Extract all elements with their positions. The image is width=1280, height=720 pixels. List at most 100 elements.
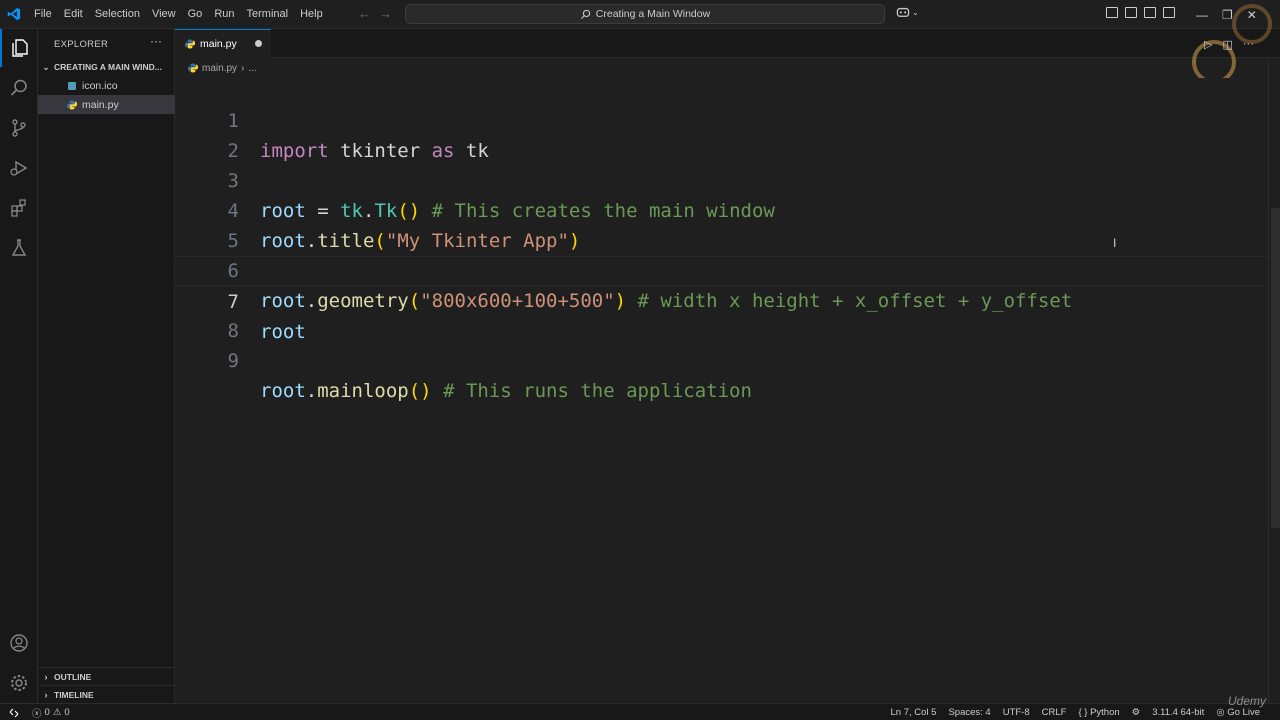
minimize-icon[interactable]: —	[1196, 8, 1208, 22]
folder-root[interactable]: ⌄ CREATING A MAIN WIND...	[38, 58, 175, 76]
line-number: 9	[227, 350, 239, 372]
error-icon: ⓧ	[32, 708, 42, 720]
breadcrumb: main.py › ...	[188, 58, 257, 78]
language-mode[interactable]: { } Python	[1078, 707, 1119, 718]
end-of-line[interactable]: CRLF	[1042, 707, 1067, 718]
editor-tabs: main.py	[175, 29, 1280, 58]
broadcast-icon: ◎	[1216, 707, 1225, 718]
ico-file-icon	[68, 81, 76, 90]
file-item-icon-ico[interactable]: icon.ico	[38, 76, 175, 95]
error-count: 0	[44, 707, 50, 718]
python-language-icon: { }	[1078, 707, 1088, 718]
line-code: root.mainloop() # This runs the applicat…	[260, 380, 752, 402]
file-item-main-py[interactable]: main.py	[38, 95, 175, 114]
menu-selection[interactable]: Selection	[89, 0, 146, 29]
editor-scrollbar[interactable]	[1268, 58, 1280, 703]
menu-go[interactable]: Go	[182, 0, 209, 29]
python-file-icon	[67, 100, 77, 109]
menu-help[interactable]: Help	[294, 0, 329, 29]
menu-terminal[interactable]: Terminal	[241, 0, 295, 29]
file-label: main.py	[82, 98, 119, 111]
more-actions-icon[interactable]: ···	[1243, 38, 1254, 51]
extensions-icon[interactable]	[0, 189, 38, 227]
customize-layout-icon[interactable]	[1106, 7, 1118, 18]
encoding[interactable]: UTF-8	[1003, 707, 1030, 718]
code-line: 4 root.title("My Tkinter App")	[175, 166, 1268, 252]
navigation-arrows: ← →	[358, 6, 392, 21]
testing-icon[interactable]	[0, 229, 38, 267]
menu-file[interactable]: File	[28, 0, 58, 29]
chevron-right-icon: ›	[44, 689, 48, 700]
menu-run[interactable]: Run	[208, 0, 240, 29]
explorer-title: EXPLORER	[54, 39, 109, 50]
manage-gear-icon[interactable]	[0, 664, 38, 702]
menu-bar: File Edit Selection View Go Run Terminal…	[28, 0, 329, 29]
toggle-primary-sidebar-icon[interactable]	[1125, 7, 1137, 18]
chevron-right-icon: ›	[241, 62, 245, 74]
python-file-icon	[188, 63, 198, 73]
cursor-position[interactable]: Ln 7, Col 5	[891, 707, 937, 718]
code-line-current: 7 root	[175, 256, 1268, 343]
code-line: 9 root.mainloop() # This runs the applic…	[175, 316, 1268, 402]
code-line: 3 root = tk.Tk() # This creates the main…	[175, 136, 1268, 222]
menu-edit[interactable]: Edit	[58, 0, 89, 29]
scrollbar-thumb[interactable]	[1271, 208, 1280, 528]
unsaved-dot-icon[interactable]	[255, 40, 262, 47]
settings-sync-icon[interactable]: ⚙	[1132, 707, 1141, 718]
command-center[interactable]: Creating a Main Window	[405, 4, 885, 24]
outline-section[interactable]: › OUTLINE	[38, 667, 175, 685]
maximize-icon[interactable]: ❐	[1222, 8, 1233, 22]
title-bar: File Edit Selection View Go Run Terminal…	[0, 0, 1280, 29]
remote-indicator-icon[interactable]	[0, 704, 28, 720]
layout-controls	[1106, 7, 1175, 18]
status-bar: ⓧ 0 ⚠ 0 Ln 7, Col 5 Spaces: 4 UTF-8 CRLF…	[0, 703, 1280, 720]
command-center-label: Creating a Main Window	[595, 8, 711, 20]
timeline-label: TIMELINE	[54, 689, 94, 700]
code-editor[interactable]: 1 import tkinter as tk 2 3 root = tk.Tk(…	[175, 78, 1268, 703]
timeline-section[interactable]: › TIMELINE	[38, 685, 175, 703]
back-arrow-icon[interactable]: ←	[358, 6, 371, 21]
split-editor-icon[interactable]: ◫	[1222, 38, 1232, 51]
account-icon[interactable]	[0, 624, 38, 662]
tab-main-py[interactable]: main.py	[175, 29, 271, 58]
python-file-icon	[185, 39, 195, 49]
code-line: 8	[175, 286, 1268, 342]
breadcrumb-file[interactable]: main.py	[202, 63, 237, 74]
vscode-logo-icon	[0, 0, 28, 29]
chevron-down-icon: ⌄	[912, 7, 919, 17]
forward-arrow-icon[interactable]: →	[379, 6, 392, 21]
warning-count: 0	[64, 707, 70, 718]
folder-name: CREATING A MAIN WIND...	[54, 62, 162, 72]
toggle-secondary-sidebar-icon[interactable]	[1163, 7, 1175, 18]
search-icon[interactable]	[0, 69, 38, 107]
python-interpreter[interactable]: 3.11.4 64-bit	[1152, 707, 1204, 718]
more-actions-icon[interactable]: ···	[150, 34, 162, 48]
code-line: 1 import tkinter as tk	[175, 76, 1268, 162]
file-label: icon.ico	[82, 79, 118, 92]
breadcrumb-symbols[interactable]: ...	[248, 63, 256, 74]
run-debug-icon[interactable]	[0, 149, 38, 187]
files-icon[interactable]	[0, 29, 38, 67]
menu-view[interactable]: View	[146, 0, 182, 29]
tab-label: main.py	[200, 38, 237, 50]
run-python-file-icon[interactable]: ▷	[1204, 38, 1212, 51]
text-cursor-icon: I	[1113, 236, 1117, 250]
editor-actions: ▷ ◫ ···	[1204, 38, 1254, 51]
chevron-right-icon: ›	[44, 671, 48, 682]
code-line: 6 root.geometry("800x600+100+500") # wid…	[175, 226, 1268, 312]
code-line: 5	[175, 196, 1268, 252]
explorer-sidebar: EXPLORER ··· ⌄ CREATING A MAIN WIND... i…	[38, 29, 175, 703]
chevron-down-icon: ⌄	[42, 61, 50, 72]
copilot-icon	[896, 7, 910, 17]
code-line: 2	[175, 106, 1268, 162]
outline-label: OUTLINE	[54, 671, 92, 682]
source-control-icon[interactable]	[0, 109, 38, 147]
search-icon	[580, 9, 590, 19]
copilot-menu[interactable]: ⌄	[896, 6, 919, 18]
toggle-panel-icon[interactable]	[1144, 7, 1156, 18]
activity-bar	[0, 29, 38, 703]
indentation[interactable]: Spaces: 4	[948, 707, 990, 718]
problems-indicator[interactable]: ⓧ 0 ⚠ 0	[28, 706, 70, 720]
go-live-button[interactable]: ◎ Go Live	[1216, 707, 1260, 718]
warning-icon: ⚠	[52, 707, 62, 718]
